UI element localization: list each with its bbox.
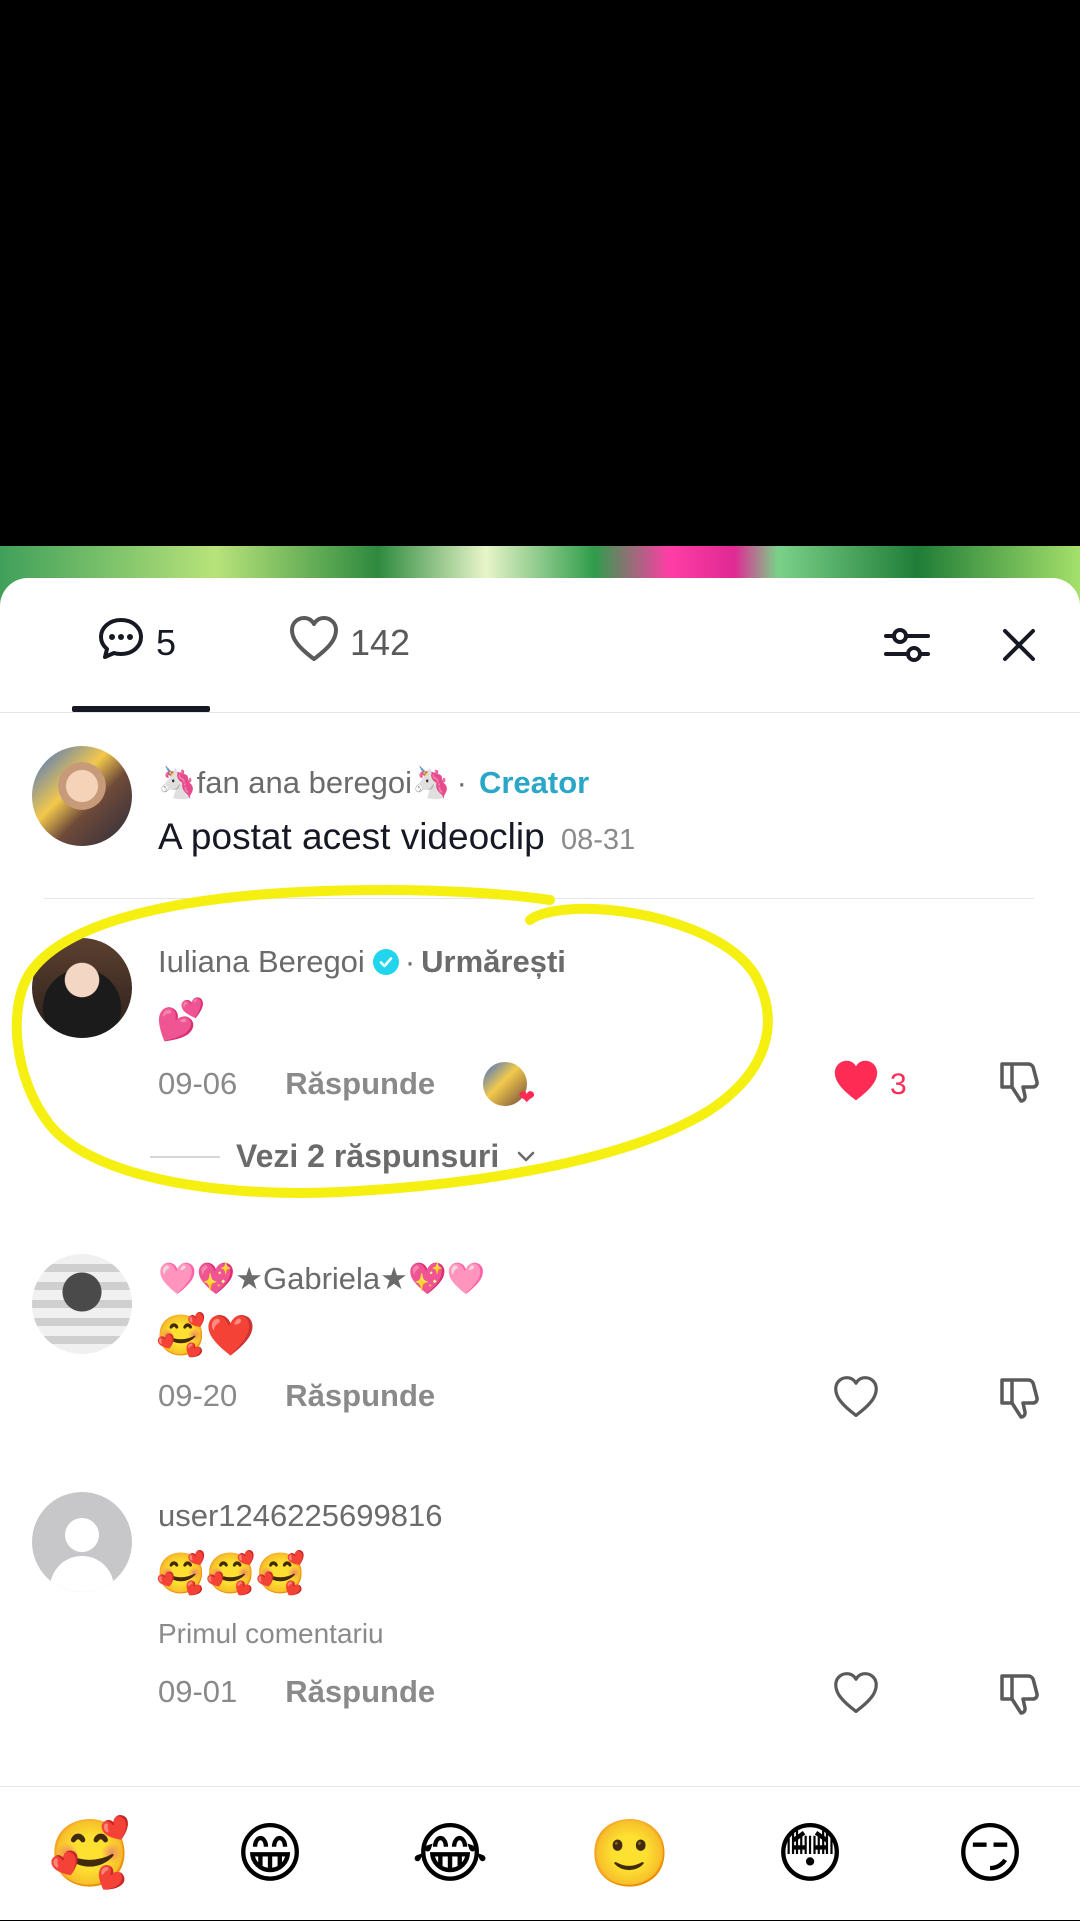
reply-button[interactable]: Răspunde	[285, 1674, 435, 1710]
creator-badge: Creator	[478, 764, 590, 800]
thumbs-down-icon	[994, 1062, 1044, 1110]
dislike-button[interactable]	[994, 1372, 1044, 1422]
emoji-button[interactable]: 🙂	[585, 1814, 675, 1894]
filter-sliders-icon	[882, 620, 932, 675]
heart-outline-icon	[832, 1670, 880, 1724]
comment-meta: 09-20 Răspunde	[158, 1378, 435, 1414]
heart-outline-icon	[832, 1374, 880, 1428]
like-button[interactable]	[832, 1374, 880, 1428]
emoji-button[interactable]: 😂	[405, 1814, 495, 1894]
tab-likes[interactable]: 142	[288, 615, 411, 668]
creator-post-date: 08-31	[560, 824, 636, 856]
comment-date: 09-20	[158, 1378, 238, 1413]
reply-button[interactable]: Răspunde	[285, 1378, 435, 1414]
avatar[interactable]	[32, 1492, 132, 1592]
likes-count: 142	[350, 622, 411, 663]
emoji-button[interactable]: 😏	[945, 1814, 1035, 1894]
view-replies-button[interactable]: Vezi 2 răspunsuri	[150, 1138, 537, 1175]
default-avatar-body	[50, 1556, 114, 1592]
heart-outline-icon	[288, 614, 340, 673]
close-button[interactable]	[994, 622, 1044, 672]
creator-username-line: 🦄fan ana beregoi🦄 · Creator	[158, 764, 589, 801]
creator-post-text: A postat acest videoclip 08-31	[158, 816, 635, 858]
filter-button[interactable]	[882, 622, 932, 672]
creator-username[interactable]: 🦄fan ana beregoi🦄	[158, 764, 451, 801]
like-button[interactable]	[832, 1670, 880, 1724]
first-comment-badge: Primul comentariu	[158, 1618, 384, 1649]
comments-header: 5 142	[0, 578, 1080, 713]
comment-username[interactable]: Iuliana Beregoi	[158, 944, 365, 980]
video-background	[0, 0, 1080, 600]
view-replies-label: Vezi 2 răspunsuri	[236, 1138, 500, 1174]
emoji-button[interactable]: 🥰	[45, 1814, 135, 1894]
avatar[interactable]	[32, 938, 132, 1038]
comments-count: 5	[156, 622, 177, 663]
heart-filled-icon	[832, 1058, 880, 1112]
dislike-button[interactable]	[994, 1056, 1044, 1106]
creator-post-label: A postat acest videoclip	[158, 816, 545, 857]
separator-dot: ·	[404, 944, 416, 979]
comment-item: user1246225699816 🥰🥰🥰 Primul comentariu …	[0, 1492, 1080, 1715]
comment-item: Iuliana Beregoi · Urmărești 💕 09-06 Răsp…	[0, 938, 1080, 1188]
thumbs-down-icon	[994, 1674, 1044, 1722]
replies-line	[150, 1155, 220, 1158]
avatar[interactable]	[32, 1254, 132, 1354]
comment-username[interactable]: user1246225699816	[158, 1498, 442, 1534]
comment-date: 09-01	[158, 1674, 238, 1709]
following-label: Urmărești	[421, 944, 566, 979]
comment-item: 🩷💖★Gabriela★💖🩷 🥰❤️ 09-20 Răspunde	[0, 1254, 1080, 1424]
comment-meta: 09-01 Răspunde	[158, 1674, 435, 1710]
dislike-button[interactable]	[994, 1668, 1044, 1718]
like-count: 3	[890, 1068, 907, 1101]
tab-comments[interactable]: 5	[96, 617, 177, 668]
close-icon	[999, 625, 1039, 670]
thumbs-down-icon	[994, 1378, 1044, 1426]
comment-bubble-icon	[96, 614, 146, 673]
liked-by-creator-avatar: ❤	[483, 1062, 535, 1109]
comment-text: 💕	[156, 997, 206, 1043]
comment-username-line: 🩷💖★Gabriela★💖🩷	[158, 1260, 485, 1297]
comments-sheet: 5 142 🦄fan ana beregoi🦄 · Creator A post…	[0, 578, 1080, 1920]
creator-post-row: 🦄fan ana beregoi🦄 · Creator A postat ace…	[0, 712, 1080, 902]
verified-badge-icon	[372, 949, 399, 975]
comment-date: 09-06	[158, 1066, 238, 1101]
chevron-down-icon	[515, 1138, 537, 1175]
creator-avatar[interactable]	[32, 746, 132, 846]
comment-meta: 09-06 Răspunde ❤	[158, 1062, 535, 1109]
comment-text: 🥰❤️	[156, 1313, 256, 1359]
comment-username-line: user1246225699816	[158, 1498, 442, 1534]
like-button[interactable]: 3	[832, 1058, 907, 1112]
divider	[44, 898, 1034, 899]
emoji-button[interactable]: 😳	[765, 1814, 855, 1894]
separator-dot: ·	[456, 764, 467, 800]
comment-text: 🥰🥰🥰	[156, 1551, 306, 1597]
comment-username-line: Iuliana Beregoi · Urmărești	[158, 944, 566, 980]
comment-username[interactable]: 🩷💖★Gabriela★💖🩷	[158, 1260, 485, 1297]
emoji-button[interactable]: 😁	[225, 1814, 315, 1894]
heart-mini-icon: ❤	[518, 1087, 536, 1109]
reply-button[interactable]: Răspunde	[285, 1066, 435, 1102]
default-avatar-head	[65, 1518, 99, 1552]
emoji-quick-bar: 🥰 😁 😂 🙂 😳 😏	[0, 1786, 1080, 1921]
